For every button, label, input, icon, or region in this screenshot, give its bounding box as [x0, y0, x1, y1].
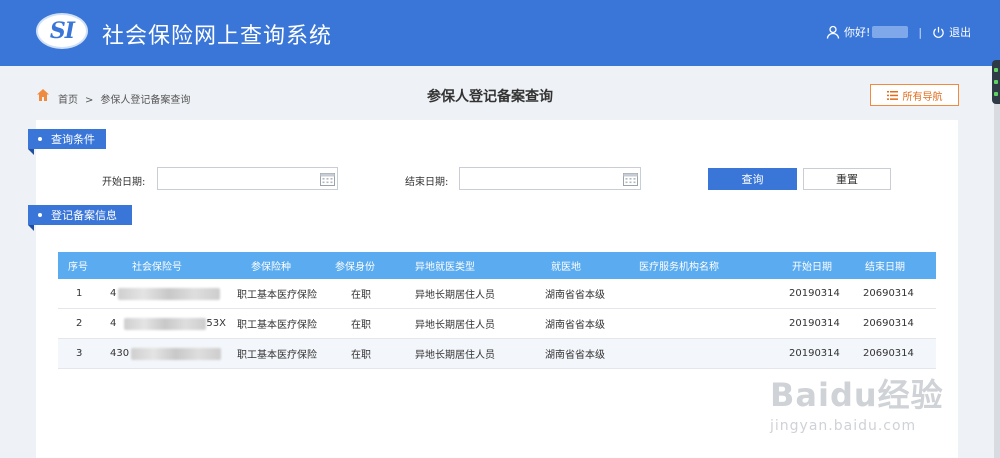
cell-start: 20190314	[789, 348, 840, 359]
start-date-input[interactable]	[157, 167, 338, 190]
cell-place: 湖南省省本级	[545, 320, 605, 331]
cell-start: 20190314	[789, 318, 840, 329]
greeting-text: 你好!	[844, 26, 871, 39]
column-header-no: 序号	[68, 262, 88, 273]
breadcrumb-current: 参保人登记备案查询	[100, 95, 191, 106]
registration-table: 序号 社会保险号 参保险种 参保身份 异地就医类型 就医地 医疗服务机构名称 开…	[58, 252, 936, 369]
cell-insurance: 职工基本医疗保险	[237, 320, 317, 331]
reset-button[interactable]: 重置	[803, 168, 891, 190]
column-header-insurance: 参保险种	[251, 262, 291, 273]
home-icon[interactable]	[36, 88, 50, 102]
cell-end: 20690314	[863, 348, 914, 359]
ssn-prefix: 4	[110, 288, 117, 299]
info-section-title: 登记备案信息	[51, 209, 117, 222]
cell-identity: 在职	[351, 320, 371, 331]
page-scrollbar[interactable]	[994, 66, 1000, 458]
cell-identity: 在职	[351, 350, 371, 361]
table-row[interactable]: 3 430 职工基本医疗保险 在职 异地长期居住人员 湖南省省本级 201903…	[58, 339, 936, 369]
header-separator: |	[918, 25, 923, 39]
breadcrumb: 首页 > 参保人登记备案查询	[58, 91, 190, 106]
ssn-redacted	[131, 347, 222, 360]
cell-no: 1	[76, 288, 83, 299]
si-logo: SI	[36, 13, 88, 49]
baidu-watermark: Baidu经验 jingyan.baidu.com	[770, 370, 944, 434]
breadcrumb-home[interactable]: 首页	[58, 95, 78, 106]
table-row[interactable]: 1 4 职工基本医疗保险 在职 异地长期居住人员 湖南省省本级 20190314…	[58, 279, 936, 309]
column-header-ssn: 社会保险号	[132, 262, 182, 273]
cell-no: 3	[76, 348, 83, 359]
cell-start: 20190314	[789, 288, 840, 299]
list-icon	[886, 90, 898, 100]
column-header-type: 异地就医类型	[415, 262, 475, 273]
username-redacted	[872, 26, 909, 38]
logout-button[interactable]: 退出	[932, 24, 971, 40]
logout-label: 退出	[949, 26, 972, 39]
all-navigation-label: 所有导航	[902, 91, 943, 103]
column-header-end: 结束日期	[865, 262, 905, 273]
column-header-identity: 参保身份	[335, 262, 375, 273]
query-section-title: 查询条件	[51, 133, 95, 146]
query-section-header: 查询条件	[28, 129, 106, 155]
cell-type: 异地长期居住人员	[415, 320, 495, 331]
user-area: 你好! | 退出	[826, 24, 971, 40]
cell-identity: 在职	[351, 290, 371, 301]
calendar-icon[interactable]	[623, 172, 638, 186]
info-section-header: 登记备案信息	[28, 205, 132, 231]
calendar-icon[interactable]	[320, 172, 335, 186]
watermark-url: jingyan.baidu.com	[770, 418, 917, 434]
cell-place: 湖南省省本级	[545, 350, 605, 361]
logo-text: SI	[49, 18, 75, 44]
ssn-prefix: 4	[110, 318, 117, 329]
ssn-suffix: 53X	[206, 318, 226, 329]
cell-end: 20690314	[863, 318, 914, 329]
app-title: 社会保险网上查询系统	[102, 24, 333, 49]
watermark-brand: Baidu经验	[770, 376, 944, 414]
column-header-institution: 医疗服务机构名称	[639, 262, 719, 273]
user-icon	[826, 25, 840, 39]
power-icon	[933, 26, 944, 38]
all-navigation-button[interactable]: 所有导航	[870, 84, 959, 106]
ssn-redacted	[124, 317, 207, 330]
ssn-prefix: 430	[110, 348, 130, 359]
cell-type: 异地长期居住人员	[415, 290, 495, 301]
table-row[interactable]: 2 4 53X 职工基本医疗保险 在职 异地长期居住人员 湖南省省本级 20190…	[58, 309, 936, 339]
page-title: 参保人登记备案查询	[427, 89, 553, 105]
cell-insurance: 职工基本医疗保险	[237, 350, 317, 361]
cell-ssn: 4 53X	[110, 309, 226, 338]
cell-place: 湖南省省本级	[545, 290, 605, 301]
cell-insurance: 职工基本医疗保险	[237, 290, 317, 301]
query-button[interactable]: 查询	[708, 168, 797, 190]
breadcrumb-arrow: >	[85, 95, 94, 106]
cell-ssn: 430	[110, 339, 222, 368]
ssn-redacted	[118, 287, 221, 300]
column-header-start: 开始日期	[792, 262, 832, 273]
table-header: 序号 社会保险号 参保险种 参保身份 异地就医类型 就医地 医疗服务机构名称 开…	[58, 252, 936, 279]
cell-end: 20690314	[863, 288, 914, 299]
side-widget[interactable]	[992, 60, 1000, 104]
end-date-input[interactable]	[459, 167, 641, 190]
cell-type: 异地长期居住人员	[415, 350, 495, 361]
cell-ssn: 4	[110, 279, 221, 308]
end-date-label: 结束日期:	[405, 177, 449, 188]
app-header: SI 社会保险网上查询系统 你好! | 退出	[0, 0, 1000, 66]
cell-no: 2	[76, 318, 83, 329]
start-date-label: 开始日期:	[102, 177, 146, 188]
column-header-place: 就医地	[551, 262, 581, 273]
